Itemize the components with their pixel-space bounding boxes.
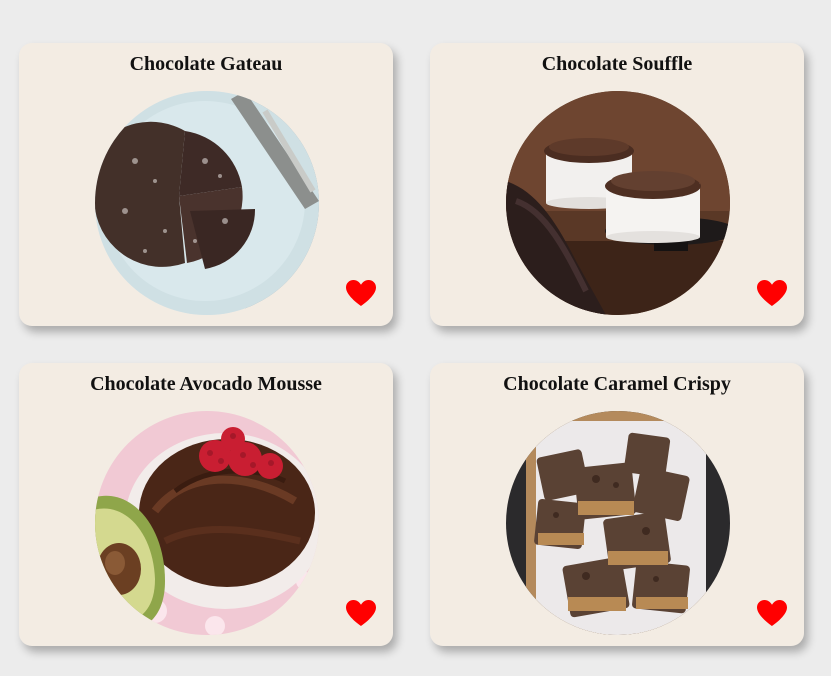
recipe-card-chocolate-souffle[interactable]: Chocolate Souffle <box>430 43 804 326</box>
chocolate-avocado-mousse-photo <box>95 411 319 635</box>
recipe-card-chocolate-caramel-crispy[interactable]: Chocolate Caramel Crispy <box>430 363 804 646</box>
favorite-heart-icon[interactable] <box>345 279 377 307</box>
favorite-heart-icon[interactable] <box>756 599 788 627</box>
recipe-grid: Chocolate Gateau Chocolate Souffle Choco… <box>0 0 831 676</box>
favorite-heart-icon[interactable] <box>345 599 377 627</box>
recipe-title: Chocolate Gateau <box>129 53 283 75</box>
chocolate-caramel-crispy-photo <box>506 411 730 635</box>
chocolate-gateau-photo <box>95 91 319 315</box>
recipe-card-chocolate-avocado-mousse[interactable]: Chocolate Avocado Mousse <box>19 363 393 646</box>
recipe-title: Chocolate Souffle <box>541 53 693 75</box>
recipe-title: Chocolate Caramel Crispy <box>503 373 731 395</box>
favorite-heart-icon[interactable] <box>756 279 788 307</box>
recipe-card-chocolate-gateau[interactable]: Chocolate Gateau <box>19 43 393 326</box>
recipe-title: Chocolate Avocado Mousse <box>90 373 322 395</box>
chocolate-souffle-photo <box>506 91 730 315</box>
